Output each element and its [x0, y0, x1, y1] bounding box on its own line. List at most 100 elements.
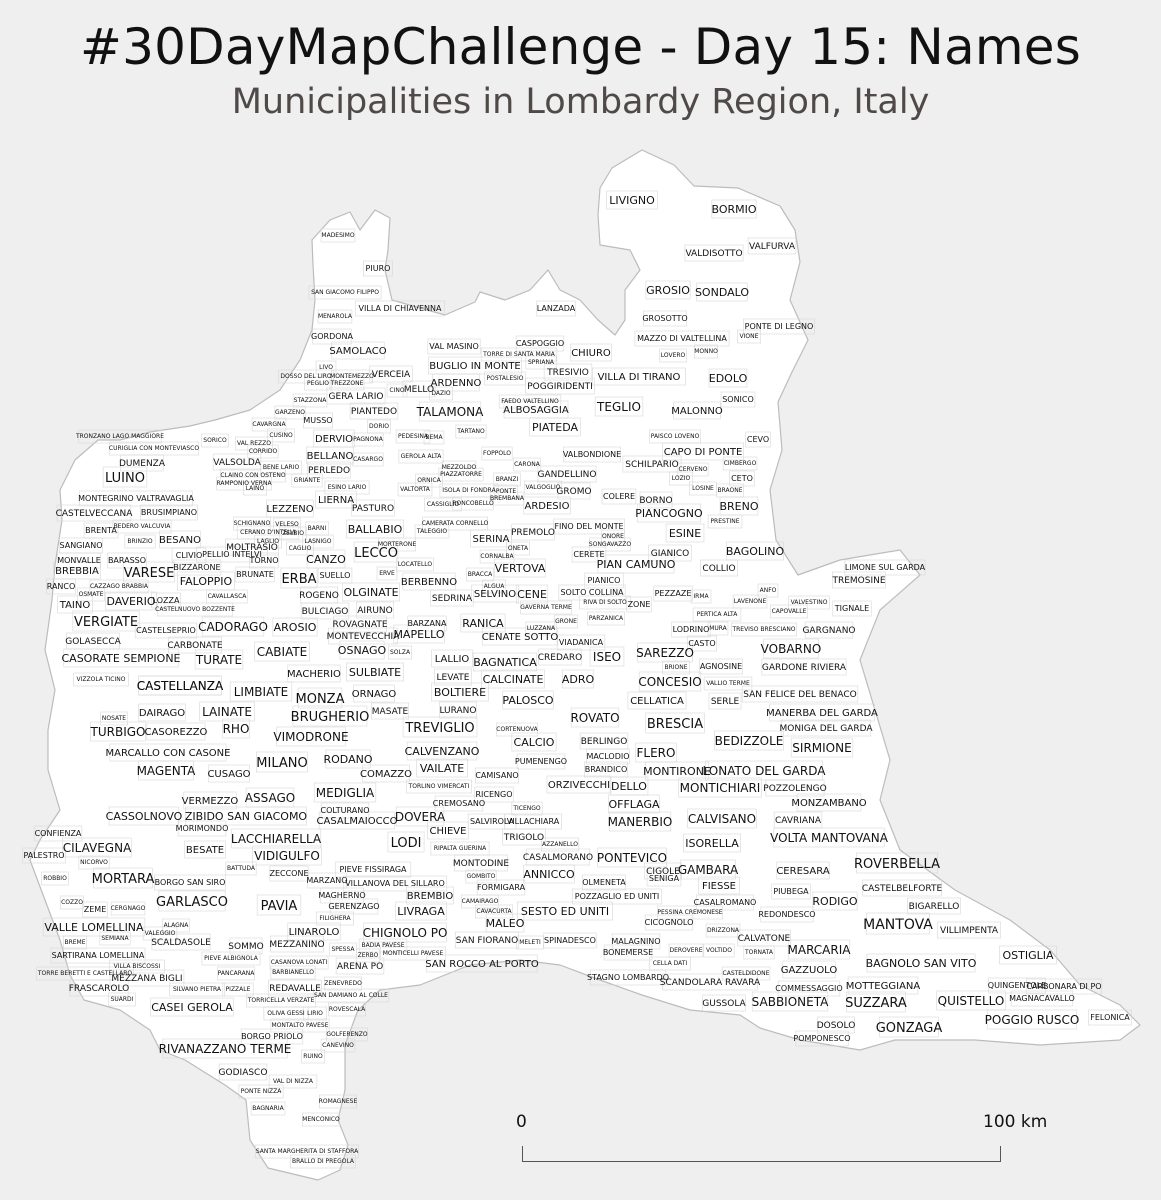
municipality-label: LUZZANA — [527, 625, 556, 632]
municipality-label: CANZO — [306, 553, 346, 566]
municipality-label: BRANZI — [496, 476, 519, 483]
municipality-label: SAMOLACO — [329, 346, 386, 357]
municipality-label: CUSAGO — [207, 769, 250, 780]
municipality-label: MONTIRONE — [643, 765, 711, 778]
municipality-label: PESSINA CREMONESE — [657, 909, 722, 916]
municipality-label: ORNAGO — [352, 689, 397, 700]
municipality-label: CHIGNOLO PO — [363, 926, 448, 940]
municipality-label: PRESTINE — [710, 518, 739, 525]
municipality-label: GARGNANO — [802, 626, 855, 636]
municipality-label: GODIASCO — [219, 1068, 268, 1078]
municipality-label: CUSINO — [269, 432, 293, 439]
municipality-label: CURIGLIA CON MONTEVIASCO — [109, 445, 199, 452]
municipality-label: MALEO — [486, 917, 525, 930]
municipality-label: ZELBIO — [282, 530, 304, 537]
municipality-label: LEVATE — [437, 673, 470, 683]
municipality-label: LODRINO — [673, 625, 710, 634]
municipality-label: GORDONA — [311, 332, 353, 341]
municipality-label: ISEO — [593, 650, 621, 664]
municipality-label: BESATE — [186, 845, 224, 856]
municipality-label: OSNAGO — [338, 644, 387, 657]
municipality-label: DORIO — [369, 423, 389, 430]
municipality-label: MARCALLO CON CASONE — [106, 748, 231, 759]
municipality-label: LIMBIATE — [234, 685, 289, 699]
municipality-label: BONEMERSE — [603, 948, 653, 957]
municipality-label: CASPOGGIO — [516, 339, 564, 348]
municipality-label: QUISTELLO — [938, 994, 1005, 1008]
municipality-label: ANFO — [760, 587, 777, 594]
municipality-label: DUMENZA — [119, 459, 166, 469]
municipality-label: CAVRIANA — [775, 816, 822, 826]
municipality-label: PIANTEDO — [351, 407, 397, 417]
municipality-label: ANNICCO — [523, 868, 575, 881]
municipality-label: TURATE — [195, 653, 242, 667]
municipality-label: BERBENNO — [401, 577, 457, 588]
municipality-label: MONTEVECCHIA — [327, 632, 401, 642]
municipality-label: CASOREZZO — [145, 727, 208, 738]
municipality-label: SUARDI — [111, 996, 134, 1003]
municipality-label: POSTALESIO — [487, 375, 524, 382]
municipality-label: ARDENNO — [431, 378, 482, 389]
municipality-label: SARTIRANA LOMELLINA — [52, 951, 145, 960]
municipality-label: VALEGGIO — [145, 930, 176, 937]
municipality-label: LUINO — [105, 471, 145, 486]
municipality-label: IRMA — [693, 593, 709, 600]
municipality-label: RONCOBELLO — [452, 500, 494, 507]
municipality-label: PASTURO — [352, 504, 394, 514]
municipality-label: BORNO — [639, 496, 672, 506]
municipality-label: TORRICELLA VERZATE — [247, 997, 315, 1004]
municipality-label: RANCO — [47, 582, 76, 591]
municipality-label: PIAZZATORRE — [440, 471, 482, 478]
municipality-label: CASTELBELFORTE — [862, 884, 943, 894]
municipality-label: CASALROMANO — [694, 898, 757, 907]
municipality-label: BAGOLINO — [726, 545, 785, 558]
municipality-label: BAGNATICA — [473, 656, 537, 669]
municipality-label: LIRIO — [307, 1010, 323, 1017]
municipality-label: MAZZO DI VALTELLINA — [637, 334, 727, 343]
municipality-label: CAVACURTA — [476, 908, 512, 915]
municipality-label: MEZZANINO — [269, 940, 324, 950]
municipality-label: SOMMO — [228, 942, 263, 952]
municipality-label: LINAROLO — [289, 927, 340, 938]
municipality-label: PALOSCO — [502, 694, 554, 707]
municipality-label: VALSOLDA — [213, 458, 261, 468]
municipality-label: LOZIO — [672, 475, 691, 482]
municipality-label: MEZZANA BIGLI — [111, 974, 182, 984]
municipality-label: LIVO — [319, 364, 333, 371]
municipality-label: MACHERIO — [287, 669, 341, 680]
municipality-label: RAMPONIO VERNA — [216, 480, 272, 487]
municipality-label: ISOLA DI FONDRA — [442, 487, 496, 494]
municipality-label: COZZO — [61, 899, 83, 906]
municipality-label: DEROVERE — [669, 947, 702, 954]
municipality-label: OSMATE — [79, 591, 104, 598]
municipality-label: CAVARGNA — [252, 421, 286, 428]
municipality-label: COLTURANO — [321, 806, 370, 815]
municipality-label: SONDALO — [695, 286, 749, 299]
municipality-label: CASARGO — [353, 456, 383, 463]
municipality-label: RODIGO — [812, 895, 858, 908]
municipality-label: FELONICA — [1090, 1013, 1130, 1022]
municipality-label: BRACCA — [468, 571, 493, 578]
municipality-label: GROMO — [556, 487, 591, 497]
municipality-label: VAL DI NIZZA — [273, 1078, 314, 1085]
municipality-label: PAISCO LOVENO — [651, 433, 700, 440]
municipality-label: MANERBA DEL GARDA — [766, 708, 878, 719]
municipality-label: BORGO PRIOLO — [241, 1032, 303, 1041]
municipality-label: CIMBERGO — [724, 460, 757, 467]
municipality-label: MAGHERNO — [318, 891, 365, 900]
municipality-label: POGGIRIDENTI — [527, 382, 593, 392]
municipality-label: SCHIGNANO — [234, 520, 271, 527]
municipality-label: COLLIO — [702, 564, 735, 574]
municipality-label: CHIURO — [571, 348, 611, 359]
municipality-label: MOTTEGGIANA — [846, 981, 921, 992]
municipality-label: VIADANICA — [559, 638, 604, 647]
municipality-label: FORMIGARA — [477, 883, 526, 892]
municipality-label: LASNIGO — [304, 538, 331, 545]
municipality-label: VALDISOTTO — [685, 249, 742, 259]
municipality-label: ERBA — [281, 572, 316, 587]
municipality-label: MONTODINE — [453, 859, 509, 869]
municipality-label: BREMBANA — [490, 495, 525, 502]
municipality-label: SONICO — [722, 395, 754, 404]
municipality-label: MONTICELLI PAVESE — [383, 950, 444, 957]
municipality-label: SERLE — [711, 697, 740, 707]
